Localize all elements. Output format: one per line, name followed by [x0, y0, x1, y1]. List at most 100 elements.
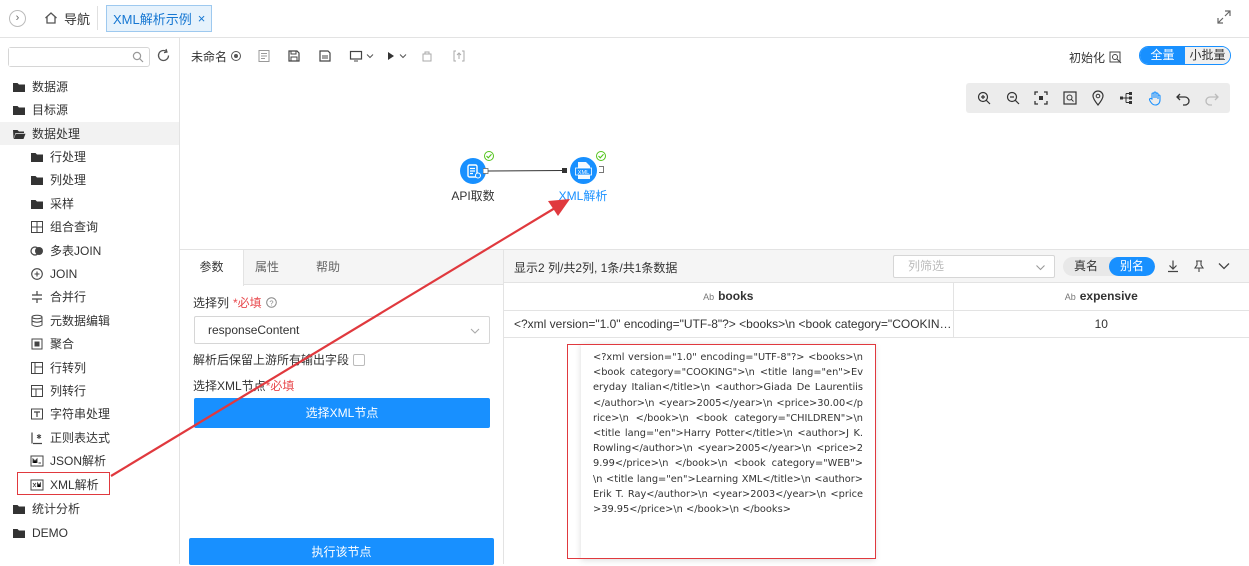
- sidebar-search[interactable]: [8, 47, 150, 67]
- home-tab[interactable]: 导航: [36, 4, 98, 32]
- sidebar-group-processing[interactable]: 数据处理: [0, 122, 179, 145]
- document-icon: [258, 50, 270, 62]
- search-icon[interactable]: [132, 51, 144, 63]
- xml-node-badge: XML: [577, 170, 589, 176]
- required-mark: *必填: [233, 296, 262, 310]
- sidebar-item-col-to-row[interactable]: 列转行: [30, 379, 86, 402]
- tab-label: XML解析示例: [113, 12, 192, 27]
- sidebar-item-col-processing[interactable]: 列处理: [30, 168, 86, 191]
- actual-size-icon[interactable]: [1062, 90, 1078, 106]
- column-select[interactable]: responseContent: [194, 316, 490, 344]
- sidebar-item-merge-rows[interactable]: 合并行: [30, 285, 86, 308]
- sidebar-group-datasource[interactable]: 数据源: [12, 75, 68, 98]
- zoom-in-icon[interactable]: [976, 90, 992, 106]
- sidebar-item-sampling[interactable]: 采样: [30, 192, 74, 215]
- tooltip-text: <?xml version="1.0" encoding="UTF-8"?> <…: [593, 352, 863, 516]
- initialize-button[interactable]: 初始化: [1069, 49, 1122, 66]
- tab-xml-example[interactable]: XML解析示例 ×: [106, 5, 213, 32]
- column-header-books[interactable]: Ab books: [504, 283, 954, 311]
- run-dropdown[interactable]: [386, 47, 407, 65]
- sidebar-item-multi-join[interactable]: 多表JOIN: [30, 239, 101, 262]
- save-as-button[interactable]: [318, 47, 332, 65]
- redo-icon[interactable]: [1204, 90, 1220, 106]
- select-column-text: 选择列: [193, 296, 230, 310]
- node-xml-parse[interactable]: XML XML解析: [553, 157, 613, 204]
- chevron-down-icon: [399, 54, 407, 59]
- sidebar-item-combine-query[interactable]: 组合查询: [30, 215, 98, 238]
- folder-icon: [13, 82, 25, 92]
- sidebar-group-demo[interactable]: DEMO: [12, 521, 68, 544]
- sidebar-item-join[interactable]: JOIN: [30, 262, 77, 285]
- table-cell-books[interactable]: <?xml version="1.0" encoding="UTF-8"?> <…: [504, 310, 954, 338]
- hand-pan-icon[interactable]: [1147, 90, 1163, 106]
- mode-full-option[interactable]: 全量: [1140, 47, 1185, 64]
- run-mode-switch[interactable]: 全量 小批量: [1139, 46, 1231, 65]
- sidebar-group-target[interactable]: 目标源: [12, 98, 68, 121]
- export-button[interactable]: [452, 47, 466, 65]
- editor-toolbar: 未命名 初始化 全量 小批量: [180, 38, 1249, 74]
- mode-batch-option[interactable]: 小批量: [1185, 47, 1230, 64]
- sidebar-item-json[interactable]: JSON解析: [30, 449, 106, 472]
- flow-name-label: 未命名: [191, 49, 228, 64]
- locate-icon[interactable]: [1090, 90, 1106, 106]
- preview-dropdown[interactable]: [349, 47, 374, 65]
- sidebar-item-row-to-col[interactable]: 行转列: [30, 356, 86, 379]
- retain-upstream-option[interactable]: 解析后保留上游所有输出字段: [193, 351, 366, 368]
- tree-layout-icon[interactable]: [1118, 90, 1134, 106]
- select-xml-node-button[interactable]: 选择XML节点: [194, 398, 490, 428]
- refresh-icon[interactable]: [156, 48, 171, 63]
- alias-option[interactable]: 别名: [1109, 257, 1155, 276]
- column-filter-select[interactable]: 列筛选: [893, 255, 1055, 278]
- fullscreen-icon[interactable]: [1216, 9, 1232, 25]
- metadata-edit-icon: [31, 314, 43, 327]
- sidebar-item-string[interactable]: 字符串处理: [30, 402, 110, 425]
- chevron-down-icon: [1036, 265, 1045, 271]
- sidebar-item-label: 聚合: [50, 337, 75, 351]
- pin-icon[interactable]: [1192, 259, 1206, 273]
- zoom-out-icon[interactable]: [1005, 90, 1021, 106]
- chevron-down-icon[interactable]: [1217, 259, 1231, 273]
- sidebar-item-row-processing[interactable]: 行处理: [30, 145, 86, 168]
- sidebar-item-label: JSON解析: [50, 454, 107, 468]
- column-filter-placeholder: 列筛选: [908, 259, 945, 273]
- col-to-row-icon: [31, 384, 43, 397]
- table-cell-expensive[interactable]: 10: [953, 310, 1249, 338]
- initialize-label: 初始化: [1069, 51, 1106, 65]
- help-icon[interactable]: ?: [265, 297, 277, 308]
- sidebar-item-regex[interactable]: 正则表达式: [30, 426, 110, 449]
- sidebar: 数据源 目标源 数据处理 行处理 列处理 采样 组合查询 多表JOIN JOIN…: [0, 38, 180, 564]
- table-row[interactable]: <?xml version="1.0" encoding="UTF-8"?> <…: [504, 310, 1249, 338]
- row-to-col-icon: [31, 361, 43, 374]
- tab-divider: [97, 6, 98, 30]
- xml-icon: [30, 479, 44, 490]
- flow-name[interactable]: 未命名: [191, 47, 242, 65]
- sidebar-item-metadata-edit[interactable]: 元数据编辑: [30, 309, 110, 332]
- home-icon: [44, 11, 58, 25]
- execute-node-button[interactable]: 执行该节点: [189, 538, 494, 565]
- real-name-option[interactable]: 真名: [1063, 257, 1109, 276]
- close-icon[interactable]: ×: [198, 11, 206, 26]
- properties-button[interactable]: [257, 47, 271, 65]
- output-port[interactable]: [599, 166, 604, 173]
- retain-upstream-checkbox[interactable]: [353, 353, 366, 366]
- data-table: Ab books Ab expensive <?xml version="1.0" …: [504, 283, 1249, 338]
- sidebar-group-label: DEMO: [32, 525, 68, 540]
- column-header-expensive[interactable]: Ab expensive: [953, 283, 1249, 311]
- fit-view-icon[interactable]: [1033, 90, 1049, 106]
- sidebar-item-xml[interactable]: XML解析: [30, 473, 99, 496]
- sidebar-group-statistics[interactable]: 统计分析: [12, 497, 80, 520]
- tab-properties[interactable]: 属性: [244, 250, 290, 285]
- save-button[interactable]: [287, 47, 301, 65]
- sidebar-item-aggregate[interactable]: 聚合: [30, 332, 74, 355]
- combine-query-icon: [31, 220, 43, 233]
- tab-help[interactable]: 帮助: [300, 250, 356, 285]
- name-display-switch[interactable]: 真名 别名: [1063, 257, 1155, 276]
- undo-icon[interactable]: [1175, 90, 1191, 106]
- publish-button[interactable]: [420, 47, 434, 65]
- tab-params[interactable]: 参数: [180, 250, 244, 286]
- download-icon[interactable]: [1166, 259, 1180, 273]
- collapse-sidebar-button[interactable]: ›: [9, 10, 26, 27]
- search-input[interactable]: [9, 48, 129, 66]
- sidebar-item-label: 多表JOIN: [50, 244, 102, 258]
- data-preview-header: 显示2 列/共2列, 1条/共1条数据 列筛选 真名 别名: [504, 250, 1249, 283]
